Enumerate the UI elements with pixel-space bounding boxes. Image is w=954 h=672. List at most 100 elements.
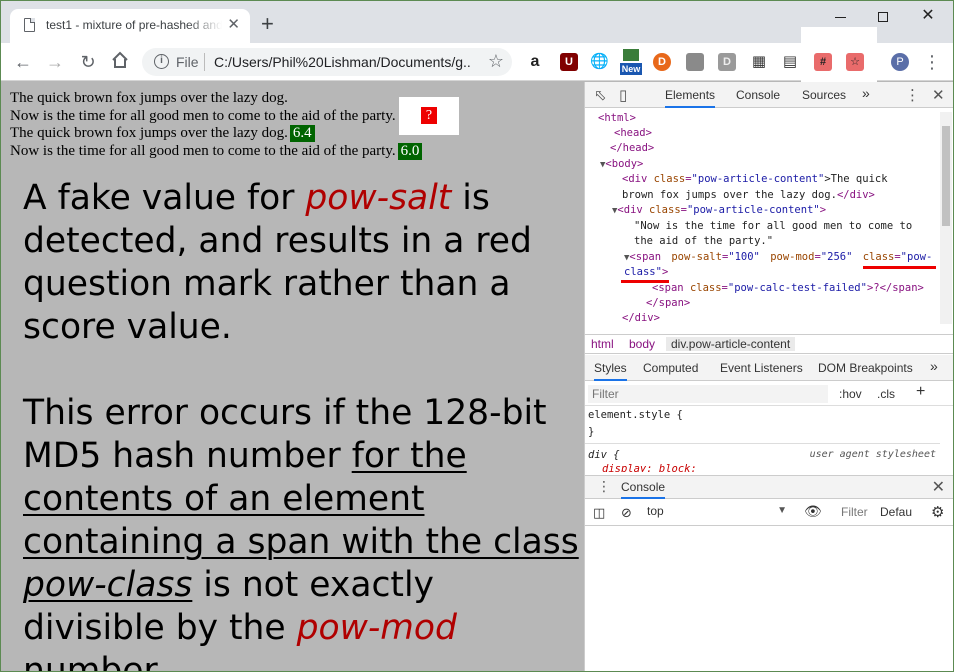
article-line: Now is the time for all good men to come… <box>10 143 423 160</box>
styles-filter-input[interactable] <box>588 385 828 403</box>
tab-close-icon[interactable]: ✕ <box>227 16 240 34</box>
clear-console-icon[interactable]: ⊘ <box>621 505 632 521</box>
article-line: Now is the time for all good men to come… <box>10 108 396 125</box>
reload-icon[interactable]: ↻ <box>77 51 99 73</box>
dom-node[interactable]: the aid of the party." <box>634 234 773 250</box>
dom-node[interactable]: </span> <box>646 296 690 312</box>
log-levels-select[interactable]: Defau <box>880 505 912 519</box>
dom-node[interactable]: brown fox jumps over the lazy dog.</div> <box>622 188 875 204</box>
dom-node[interactable]: <div class="pow-article-content">The qui… <box>622 172 888 188</box>
dom-node[interactable]: <html> <box>598 111 636 127</box>
hov-toggle[interactable]: :hov <box>839 387 862 401</box>
more-tabs-chevron-icon[interactable]: » <box>862 85 870 101</box>
address-bar[interactable]: i File C:/Users/Phil%20Lishman/Documents… <box>142 48 512 76</box>
maximize-button[interactable] <box>863 5 903 29</box>
devtools-close-icon[interactable]: ✕ <box>932 86 945 104</box>
console-output[interactable] <box>585 527 953 671</box>
file-scheme-label: File <box>176 54 199 70</box>
tab-title: test1 - mixture of pre-hashed and <box>46 18 222 32</box>
pow-star-extension-icon[interactable]: ☆ <box>846 53 864 71</box>
article-text: Now is the time for all good men to come… <box>10 143 396 159</box>
menu-kebab-icon[interactable]: ⋮ <box>921 51 943 73</box>
annotation-term: pow-class <box>23 565 193 605</box>
style-rule-selector[interactable]: div { <box>588 449 620 461</box>
style-declaration[interactable]: display: block; <box>602 463 697 472</box>
annotation-fragment: A fake value for <box>23 178 306 218</box>
drawer-close-icon[interactable]: ✕ <box>932 477 945 497</box>
more-tabs-chevron-icon[interactable]: » <box>930 358 938 374</box>
scrollbar-thumb[interactable] <box>942 126 950 226</box>
tab-dom-breakpoints[interactable]: DOM Breakpoints <box>818 361 913 375</box>
browser-window: test1 - mixture of pre-hashed and ✕ + ✕ … <box>0 0 954 672</box>
dom-node[interactable]: </head> <box>610 141 654 157</box>
console-settings-gear-icon[interactable]: ⚙ <box>931 503 944 521</box>
cls-toggle[interactable]: .cls <box>877 387 895 401</box>
new-tab-button[interactable]: + <box>261 13 274 35</box>
profile-avatar[interactable]: P <box>891 53 909 71</box>
annotation-paragraph: A fake value for pow-salt is detected, a… <box>23 177 583 349</box>
new-badge-extension-icon[interactable]: New <box>620 47 642 75</box>
grid-extension-icon[interactable]: ▦ <box>750 53 768 71</box>
bookmark-star-icon[interactable]: ☆ <box>488 51 504 72</box>
info-icon[interactable]: i <box>154 54 169 69</box>
annotation-fragment: This error occurs if the 128-bit MD5 has… <box>23 393 547 476</box>
dom-node[interactable]: class"> <box>624 265 668 281</box>
breadcrumb-item[interactable]: div.pow-article-content <box>666 337 796 351</box>
forward-arrow-icon[interactable]: → <box>44 51 66 73</box>
annotation-fragment: number. <box>23 651 166 672</box>
url-text[interactable]: C:/Users/Phil%20Lishman/Documents/g... <box>214 54 472 70</box>
inspect-element-icon[interactable]: ⬁ <box>594 86 607 104</box>
eye-icon[interactable]: 👁 <box>804 503 822 520</box>
devtools-panel: ⬁ ▯ Elements Console Sources » ⋮ ✕ <html… <box>584 82 953 671</box>
new-rule-button[interactable]: + <box>916 383 925 401</box>
annotation-term: pow-mod <box>296 608 457 648</box>
grey-extension-icon[interactable] <box>686 53 704 71</box>
minimize-button[interactable] <box>820 5 860 29</box>
drawer-header: ⋮ Console ✕ <box>585 475 953 499</box>
device-toolbar-icon[interactable]: ▯ <box>619 86 627 104</box>
page-content: The quick brown fox jumps over the lazy … <box>1 82 583 672</box>
amazon-extension-icon[interactable]: a <box>526 53 544 71</box>
dom-node[interactable]: ▼<div class="pow-article-content"> <box>612 203 826 220</box>
dom-node[interactable]: "Now is the time for all good men to com… <box>634 219 912 235</box>
tab-console-drawer[interactable]: Console <box>621 480 666 499</box>
styles-filter-row: :hov .cls + <box>585 382 953 406</box>
close-window-button[interactable]: ✕ <box>908 5 948 29</box>
tab-console[interactable]: Console <box>736 88 780 102</box>
book-extension-icon[interactable]: ▤ <box>781 53 799 71</box>
tab-computed[interactable]: Computed <box>643 361 698 375</box>
browser-tab[interactable]: test1 - mixture of pre-hashed and ✕ <box>10 9 250 43</box>
devtools-menu-icon[interactable]: ⋮ <box>905 86 920 104</box>
tab-elements[interactable]: Elements <box>665 88 716 108</box>
tab-sources[interactable]: Sources <box>802 88 846 102</box>
home-icon[interactable] <box>109 51 131 73</box>
console-filter-input[interactable]: Filter <box>841 505 868 519</box>
dom-tree: <html> <head> </head> ▼<body> <div class… <box>585 109 939 327</box>
drawer-menu-icon[interactable]: ⋮ <box>597 478 611 495</box>
console-toolbar: ◫ ⊘ top ▼ 👁 Filter Defau ⚙ <box>585 500 953 526</box>
error-question-mark: ? <box>421 107 437 124</box>
globe-extension-icon[interactable]: 🌐 <box>590 53 609 71</box>
dom-node[interactable]: </div> <box>622 311 660 327</box>
sidebar-toggle-icon[interactable]: ◫ <box>593 505 605 521</box>
breadcrumb-item[interactable]: body <box>629 337 655 351</box>
back-arrow-icon[interactable]: ← <box>12 51 34 73</box>
context-select[interactable]: top ▼ <box>647 504 787 518</box>
article-text: The quick brown fox jumps over the lazy … <box>10 125 288 141</box>
style-rule-selector[interactable]: element.style { <box>588 409 683 421</box>
breadcrumb-item[interactable]: html <box>591 337 614 351</box>
dom-node[interactable]: ▼<span pow-salt="100" pow-mod="256" clas… <box>624 250 932 267</box>
tab-styles[interactable]: Styles <box>594 361 627 381</box>
d-extension-icon[interactable]: D <box>718 53 736 71</box>
duckduckgo-extension-icon[interactable]: D <box>653 53 671 71</box>
divider <box>585 443 940 444</box>
dom-scrollbar[interactable] <box>940 112 952 324</box>
ublock-extension-icon[interactable]: U <box>560 53 578 71</box>
tab-event-listeners[interactable]: Event Listeners <box>720 361 803 375</box>
dom-node[interactable]: <head> <box>614 126 652 142</box>
dropdown-arrow-icon: ▼ <box>777 505 787 516</box>
pow-hash-extension-icon[interactable]: # <box>814 53 832 71</box>
style-rule-close: } <box>588 426 595 438</box>
dom-node[interactable]: <span class="pow-calc-test-failed">?</sp… <box>652 281 924 297</box>
article-line: The quick brown fox jumps over the lazy … <box>10 90 288 107</box>
